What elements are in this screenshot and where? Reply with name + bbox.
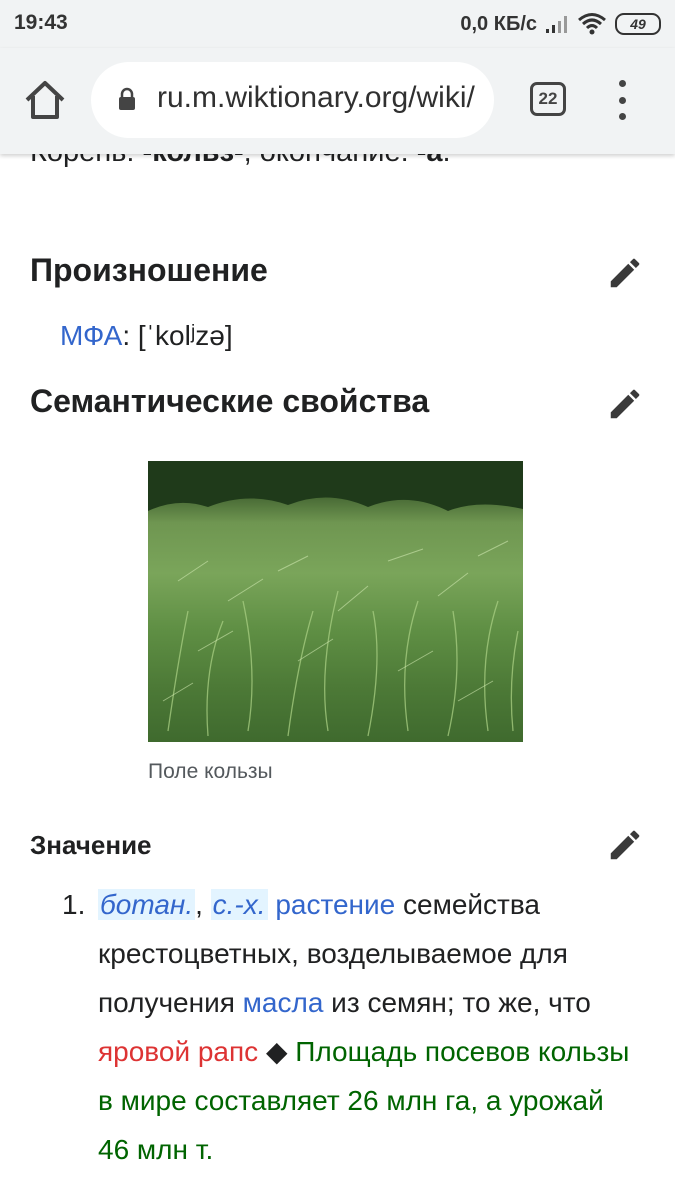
network-speed: 0,0 КБ/с: [460, 12, 537, 35]
field-illustration: [148, 461, 523, 737]
tabs-count-button[interactable]: 22: [530, 82, 566, 116]
label-botany-link[interactable]: ботан.: [98, 889, 196, 920]
more-vert-icon[interactable]: [611, 80, 633, 120]
semantics-heading: Семантические свойства: [30, 383, 430, 419]
definition-text-2: из семян; то же, что: [323, 987, 591, 1018]
browser-toolbar: ru.m.wiktionary.org/wiki/ 22: [0, 48, 675, 154]
pronunciation-heading: Произношение: [30, 252, 268, 288]
example-diamond: ◆: [258, 1036, 296, 1067]
ipa-link[interactable]: МФА: [60, 320, 122, 351]
pencil-icon[interactable]: [606, 385, 644, 423]
pencil-icon[interactable]: [606, 254, 644, 292]
signal-icon: [546, 16, 567, 33]
status-bar: 19:43 0,0 КБ/с 49: [0, 0, 675, 48]
definition-number: 1.: [62, 889, 86, 920]
status-time: 19:43: [14, 11, 68, 34]
url-text: ru.m.wiktionary.org/wiki/: [157, 81, 475, 114]
definition-list: 1. ботан., с.-х. растение семейства крес…: [62, 880, 642, 1174]
battery-level: 49: [630, 16, 646, 32]
ipa-value: : [ˈkolʲzə]: [122, 320, 233, 351]
battery-indicator: 49: [615, 13, 661, 35]
label-separator: ,: [195, 889, 211, 920]
article-content: Корень: -кольз-; окончание: -а. Произнош…: [0, 0, 675, 1200]
spring-rapeseed-redlink[interactable]: яровой рапс: [98, 1036, 258, 1067]
status-indicators: 0,0 КБ/с 49: [460, 11, 661, 37]
definition-item: ботан., с.-х. растение семейства крестоц…: [98, 880, 642, 1174]
ipa-line: МФА: [ˈkolʲzə]: [60, 320, 233, 352]
lock-icon: [119, 87, 135, 110]
wifi-icon: [578, 13, 606, 35]
home-icon[interactable]: [22, 79, 68, 121]
plant-link[interactable]: растение: [275, 889, 395, 920]
label-agriculture-link[interactable]: с.-х.: [210, 889, 268, 920]
tab-count: 22: [538, 89, 558, 108]
oil-link[interactable]: масла: [243, 987, 324, 1018]
meaning-heading: Значение: [30, 830, 152, 860]
pencil-icon[interactable]: [606, 826, 644, 864]
address-bar[interactable]: ru.m.wiktionary.org/wiki/: [91, 62, 494, 138]
image-caption: Поле кользы: [148, 760, 273, 783]
colza-field-image[interactable]: [148, 461, 523, 742]
